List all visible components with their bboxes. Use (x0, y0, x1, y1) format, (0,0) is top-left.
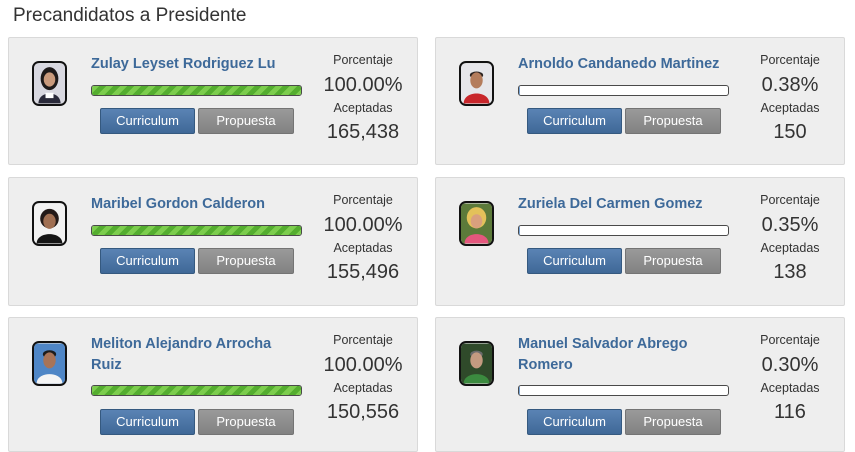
accepted-label: Aceptadas (333, 101, 393, 115)
page-title: Precandidatos a Presidente (13, 5, 247, 26)
progress-fill (92, 386, 301, 395)
curriculum-button[interactable]: Curriculum (100, 108, 195, 134)
candidate-name[interactable]: Maribel Gordon Calderon (91, 194, 301, 215)
vote-progress-bar (518, 85, 729, 96)
percent-value: 100.00% (323, 214, 403, 236)
candidate-name[interactable]: Zulay Leyset Rodriguez Lu (91, 54, 301, 75)
percent-label: Porcentaje (333, 193, 393, 207)
candidate-name[interactable]: Arnoldo Candanedo Martinez (518, 54, 728, 75)
accepted-label: Aceptadas (760, 381, 820, 395)
percent-label: Porcentaje (333, 333, 393, 347)
candidate-card: Arnoldo Candanedo Martinez Curriculum Pr… (435, 37, 845, 165)
proposal-button[interactable]: Propuesta (198, 108, 294, 134)
candidate-card: Zuriela Del Carmen Gomez Curriculum Prop… (435, 177, 845, 306)
accepted-label: Aceptadas (760, 101, 820, 115)
vote-progress-bar (518, 385, 729, 396)
vote-progress-bar (91, 225, 302, 236)
accepted-label: Aceptadas (333, 381, 393, 395)
percent-value: 100.00% (323, 354, 403, 376)
curriculum-button[interactable]: Curriculum (100, 409, 195, 435)
portrait-icon (34, 63, 65, 104)
candidate-card: Manuel Salvador Abrego Romero Curriculum… (435, 317, 845, 452)
accepted-value: 150,556 (326, 401, 400, 423)
percent-value: 0.38% (761, 74, 819, 96)
portrait-icon (461, 203, 492, 244)
proposal-button[interactable]: Propuesta (625, 108, 721, 134)
percent-label: Porcentaje (760, 53, 820, 67)
progress-fill (519, 226, 520, 235)
candidate-photo (459, 341, 494, 386)
candidate-photo (459, 201, 494, 246)
portrait-icon (34, 203, 65, 244)
candidate-card: Meliton Alejandro Arrocha Ruiz Curriculu… (8, 317, 418, 452)
proposal-button[interactable]: Propuesta (198, 409, 294, 435)
percent-value: 100.00% (323, 74, 403, 96)
curriculum-button[interactable]: Curriculum (527, 108, 622, 134)
accepted-label: Aceptadas (333, 241, 393, 255)
vote-progress-bar (518, 225, 729, 236)
candidate-card: Zulay Leyset Rodriguez Lu Curriculum Pro… (8, 37, 418, 165)
proposal-button[interactable]: Propuesta (625, 248, 721, 274)
candidate-card: Maribel Gordon Calderon Curriculum Propu… (8, 177, 418, 306)
progress-fill (92, 86, 301, 95)
candidate-name[interactable]: Zuriela Del Carmen Gomez (518, 194, 728, 215)
portrait-icon (461, 63, 492, 104)
percent-value: 0.35% (761, 214, 819, 236)
accepted-value: 155,496 (326, 261, 400, 283)
candidate-photo (32, 61, 67, 106)
percent-label: Porcentaje (760, 193, 820, 207)
vote-progress-bar (91, 85, 302, 96)
progress-fill (519, 86, 520, 95)
accepted-value: 165,438 (326, 121, 400, 143)
candidate-photo (459, 61, 494, 106)
accepted-value: 138 (773, 261, 807, 283)
portrait-icon (461, 343, 492, 384)
accepted-label: Aceptadas (760, 241, 820, 255)
proposal-button[interactable]: Propuesta (198, 248, 294, 274)
percent-value: 0.30% (761, 354, 819, 376)
accepted-value: 150 (773, 121, 807, 143)
accepted-value: 116 (774, 401, 806, 423)
portrait-icon (34, 343, 65, 384)
proposal-button[interactable]: Propuesta (625, 409, 721, 435)
percent-label: Porcentaje (333, 53, 393, 67)
progress-fill (519, 386, 520, 395)
curriculum-button[interactable]: Curriculum (527, 248, 622, 274)
candidate-photo (32, 341, 67, 386)
curriculum-button[interactable]: Curriculum (527, 409, 622, 435)
percent-label: Porcentaje (760, 333, 820, 347)
vote-progress-bar (91, 385, 302, 396)
candidate-photo (32, 201, 67, 246)
candidate-name[interactable]: Meliton Alejandro Arrocha Ruiz (91, 334, 301, 376)
curriculum-button[interactable]: Curriculum (100, 248, 195, 274)
candidate-name[interactable]: Manuel Salvador Abrego Romero (518, 334, 728, 376)
progress-fill (92, 226, 301, 235)
